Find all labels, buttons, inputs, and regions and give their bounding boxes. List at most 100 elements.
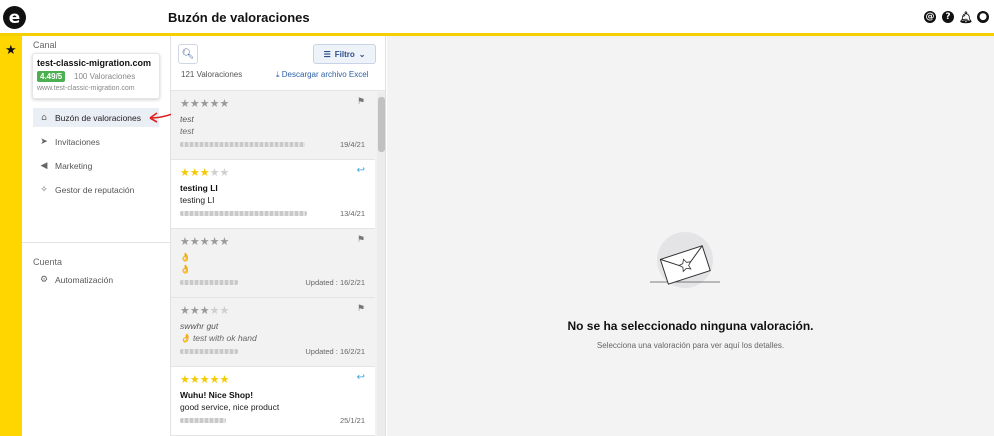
review-total: 121 Valoraciones [181, 70, 243, 79]
logo[interactable]: e [3, 6, 26, 29]
redacted-reviewer [180, 349, 238, 354]
flag-icon[interactable]: ⚑ [357, 97, 365, 107]
sidebar-item-2[interactable]: ◀ Marketing [33, 156, 159, 175]
flag-icon[interactable]: ⚑ [357, 235, 365, 245]
channel-section-label: Canal [33, 40, 57, 50]
at-icon[interactable]: @ [924, 11, 936, 23]
top-bar: e Buzón de valoraciones @ ? 🔔︎ ● [0, 0, 994, 36]
sidebar-item-label: Marketing [55, 160, 93, 171]
user-icon[interactable]: ● [977, 11, 989, 23]
sidebar-item-label: Invitaciones [55, 136, 100, 147]
star-icon: ★ [180, 373, 190, 386]
review-card[interactable]: ★★★★★ ↩ Wuhu! Nice Shop! good service, nice… [171, 367, 375, 436]
star-icon: ★ [219, 373, 230, 386]
download-label: Descargar archivo Excel [281, 70, 369, 79]
review-date: Updated : 16/2/21 [305, 347, 365, 356]
star-icon: ★ [209, 166, 220, 179]
review-date: Updated : 16/2/21 [305, 278, 365, 287]
detail-pane: No se ha seleccionado ninguna valoración… [387, 36, 994, 436]
reply-icon[interactable]: ↩ [357, 165, 365, 176]
star-icon: ★ [189, 97, 200, 110]
page-title: Buzón de valoraciones [168, 10, 310, 25]
filter-label: Filtro [334, 49, 355, 59]
sidebar-item-automation[interactable]: ⚙ Automatización [33, 270, 159, 289]
empty-state-title: No se ha seleccionado ninguna valoración… [567, 319, 814, 333]
sparkle-icon: ✧ [40, 184, 48, 195]
review-title: 👌 [180, 252, 191, 262]
redacted-reviewer [180, 418, 226, 423]
account-section-label: Cuenta [33, 257, 63, 267]
review-date: 25/1/21 [339, 416, 365, 425]
star-icon: ★ [180, 304, 190, 317]
sidebar-item-label: Buzón de valoraciones [55, 112, 142, 123]
star-icon: ★ [199, 235, 210, 248]
channel-name: test-classic-migration.com [37, 58, 152, 68]
star-icon: ★ [199, 304, 210, 317]
star-icon: ★ [209, 373, 220, 386]
star-icon: ★ [189, 166, 200, 179]
redacted-reviewer [180, 211, 307, 216]
star-icon: ★ [199, 97, 210, 110]
paper-plane-icon: ➤ [40, 136, 48, 147]
empty-state-subtitle: Selecciona una valoración para ver aquí … [596, 341, 785, 350]
review-body: 👌 test with ok hand [180, 333, 257, 343]
help-icon[interactable]: ? [942, 11, 954, 23]
review-title: swwhr gut [180, 321, 219, 331]
review-card[interactable]: ★★★★★ ⚑ swwhr gut 👌 test with ok hand Update… [171, 298, 375, 367]
star-icon: ★ [209, 235, 220, 248]
search-button[interactable]: 🔍︎ [178, 44, 198, 64]
review-card[interactable]: ★★★★★ ⚑ 👌 👌 Updated : 16/2/21 [171, 229, 375, 298]
filter-button[interactable]: ☰ Filtro ⌄ [313, 44, 376, 64]
download-excel-link[interactable]: ⤓ Descargar archivo Excel [276, 70, 368, 80]
star-icon: ★ [180, 97, 190, 110]
sidebar-item-3[interactable]: ✧ Gestor de reputación [33, 180, 159, 199]
bell-icon[interactable]: 🔔︎ [959, 11, 973, 24]
star-rating: ★★★★★ [180, 304, 229, 317]
review-title: testing LI [180, 183, 218, 193]
reply-icon[interactable]: ↩ [357, 372, 365, 383]
favorites-star-icon[interactable]: ★ [5, 43, 17, 58]
review-card[interactable]: ★★★★★ ↩ testing LI testing LI 13/4/21 [171, 160, 375, 229]
sidebar-item-label: Gestor de reputación [55, 184, 135, 195]
star-icon: ★ [180, 166, 190, 179]
star-icon: ★ [209, 97, 220, 110]
star-icon: ★ [189, 373, 200, 386]
star-icon: ★ [199, 373, 210, 386]
star-rating: ★★★★★ [180, 373, 229, 386]
sidebar-item-1[interactable]: ➤ Invitaciones [33, 132, 159, 151]
scrollbar-thumb[interactable] [378, 97, 385, 152]
star-icon: ★ [209, 304, 220, 317]
star-icon: ★ [219, 235, 230, 248]
review-body: testing LI [180, 195, 215, 205]
redacted-reviewer [180, 142, 305, 147]
review-body: 👌 [180, 264, 191, 274]
filter-icon: ☰ [323, 49, 331, 59]
star-icon: ★ [219, 304, 230, 317]
chevron-down-icon: ⌄ [358, 49, 366, 59]
star-icon: ★ [219, 97, 230, 110]
star-icon: ★ [189, 235, 200, 248]
review-title: test [180, 114, 194, 124]
search-icon: 🔍︎ [181, 48, 195, 60]
star-rating: ★★★★★ [180, 235, 229, 248]
rating-badge: 4.49/5 [37, 71, 66, 82]
review-body: good service, nice product [180, 402, 280, 412]
flag-icon[interactable]: ⚑ [357, 304, 365, 314]
redacted-reviewer [180, 280, 238, 285]
review-card[interactable]: ★★★★★ ⚑ test test 19/4/21 [171, 91, 375, 160]
star-icon: ★ [189, 304, 200, 317]
star-icon: ★ [219, 166, 230, 179]
star-rating: ★★★★★ [180, 166, 229, 179]
star-rating: ★★★★★ [180, 97, 229, 110]
megaphone-icon: ◀ [40, 160, 48, 171]
inbox-icon: ⌂ [41, 112, 47, 123]
channel-reviews-count: 100 Valoraciones [74, 72, 136, 81]
sidebar: Canal test-classic-migration.com 4.49/5 … [22, 36, 171, 436]
star-icon: ★ [180, 235, 190, 248]
review-date: 13/4/21 [339, 209, 365, 218]
side-rail [0, 36, 22, 436]
star-icon: ★ [199, 166, 210, 179]
review-title: Wuhu! Nice Shop! [180, 390, 254, 400]
channel-card[interactable]: test-classic-migration.com 4.49/5 100 Va… [32, 53, 160, 99]
robot-icon: ⚙ [39, 274, 49, 285]
